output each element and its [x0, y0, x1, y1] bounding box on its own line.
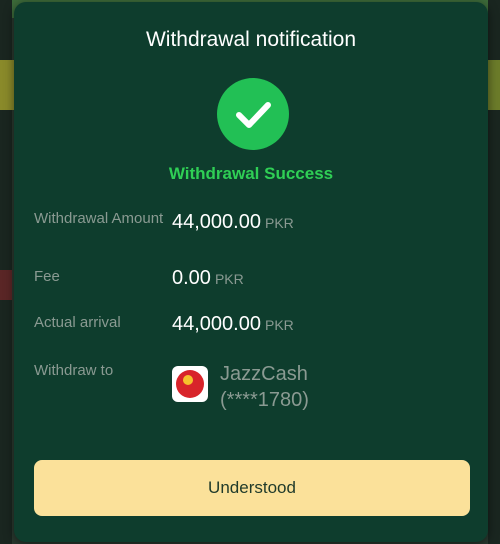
modal-title: Withdrawal notification — [145, 28, 357, 51]
arrival-label: Actual arrival — [34, 314, 121, 331]
jazzcash-logo-dot — [183, 375, 193, 385]
amount-label: Withdrawal Amount — [34, 210, 164, 227]
fee-unit: PKR — [214, 271, 244, 287]
backdrop-band-red — [0, 270, 12, 300]
amount-value: 44,000.00 — [172, 211, 261, 233]
withdraw-method-name: JazzCash — [220, 363, 308, 385]
checkmark-icon — [217, 78, 289, 150]
withdraw-account-number: (****1780) — [220, 389, 309, 411]
amount-value-group: 44,000.00 PKR — [172, 210, 294, 235]
checkmark-glyph — [236, 102, 271, 128]
jazzcash-logo-icon — [172, 366, 208, 402]
backdrop-band-left — [0, 60, 14, 110]
fee-value-group: 0.00 PKR — [172, 266, 244, 291]
amount-unit: PKR — [264, 215, 294, 231]
fee-value: 0.00 — [172, 267, 211, 289]
withdraw-to-label: Withdraw to — [34, 362, 114, 379]
withdrawal-notification-modal: Withdrawal notification Withdrawal Succe… — [14, 2, 488, 542]
withdrawal-status: Withdrawal Success — [168, 164, 334, 183]
fee-label: Fee — [34, 268, 60, 285]
arrival-value-group: 44,000.00 PKR — [172, 312, 294, 337]
backdrop-band-right — [488, 60, 500, 110]
arrival-value: 44,000.00 — [172, 313, 261, 335]
understood-button[interactable]: Understood — [34, 460, 470, 516]
arrival-unit: PKR — [264, 317, 294, 333]
